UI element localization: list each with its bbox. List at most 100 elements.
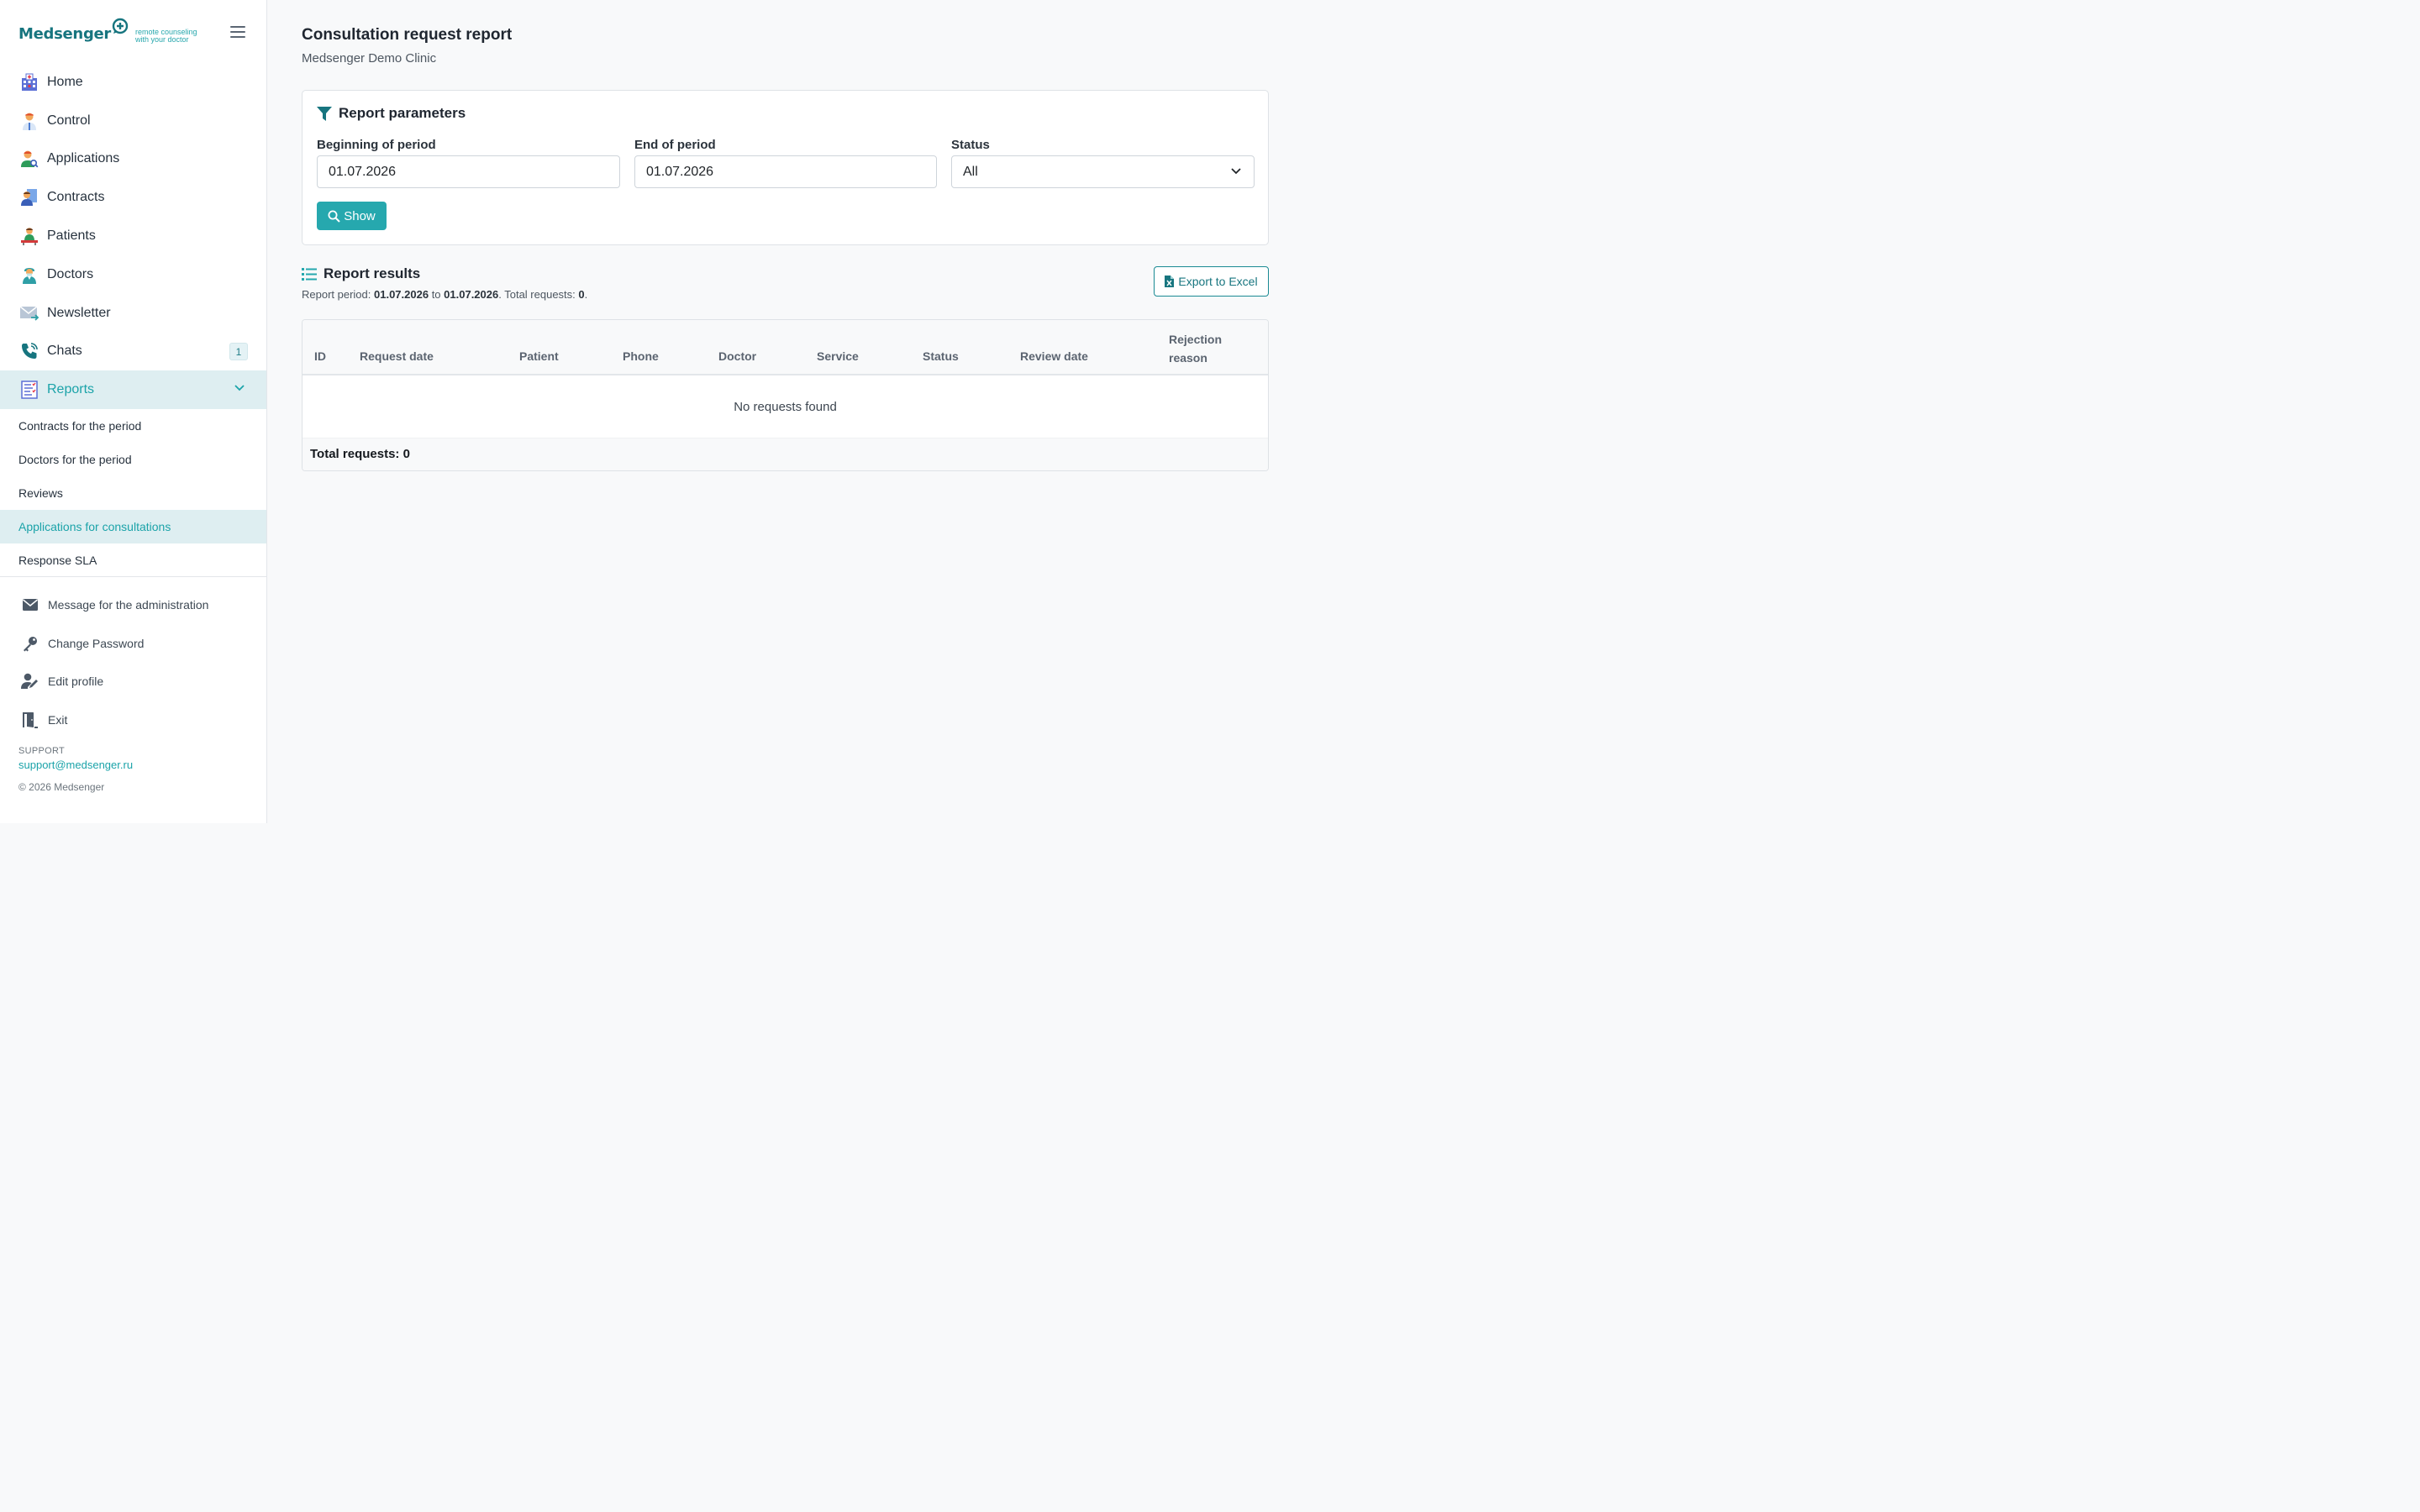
status-select[interactable]: All bbox=[951, 155, 1255, 188]
total-prefix: . Total requests: bbox=[498, 288, 579, 301]
phone-icon bbox=[18, 340, 40, 362]
sidebar-item-reports[interactable]: Reports bbox=[0, 370, 266, 410]
end-period-input[interactable]: 01.07.2026 bbox=[634, 155, 937, 188]
chats-count-badge: 1 bbox=[229, 342, 248, 360]
column-header-review-date[interactable]: Review date bbox=[1020, 349, 1088, 363]
sidebar-subitem-reviews[interactable]: Reviews bbox=[0, 476, 266, 510]
exit-link[interactable]: Exit bbox=[0, 701, 266, 739]
brand-tagline: remote counseling with your doctor bbox=[135, 29, 197, 44]
excel-file-icon bbox=[1165, 276, 1175, 287]
begin-period-input[interactable]: 01.07.2026 bbox=[317, 155, 620, 188]
report-parameters-title: Report parameters bbox=[339, 105, 466, 121]
message-admin-label: Message for the administration bbox=[48, 597, 209, 612]
sidebar-item-label: Doctors bbox=[47, 266, 94, 281]
export-excel-label: Export to Excel bbox=[1178, 275, 1258, 288]
brand-name: Medsenger bbox=[18, 24, 112, 43]
report-parameters-header: Report parameters bbox=[317, 105, 466, 122]
user-search-icon bbox=[18, 148, 40, 170]
brand-logo[interactable]: Medsenger remote counseling with your do… bbox=[18, 17, 197, 50]
sidebar-subitem-doctors-period[interactable]: Doctors for the period bbox=[0, 443, 266, 476]
sidebar-item-label: Chats bbox=[47, 344, 82, 359]
main-nav: Home Control Applications Contracts Pati… bbox=[0, 63, 266, 410]
sidebar-divider bbox=[0, 576, 266, 577]
exit-label: Exit bbox=[48, 713, 68, 727]
total-suffix: . bbox=[584, 288, 588, 301]
sidebar-item-chats[interactable]: Chats 1 bbox=[0, 333, 266, 371]
reports-submenu: Contracts for the period Doctors for the… bbox=[0, 409, 266, 577]
end-period-label: End of period bbox=[634, 138, 716, 152]
rejection-header-line2: reason bbox=[1169, 351, 1207, 365]
sidebar-item-contracts[interactable]: Contracts bbox=[0, 178, 266, 217]
doctor-icon bbox=[18, 264, 40, 286]
total-count: 0 bbox=[578, 288, 585, 301]
envelope-icon bbox=[20, 595, 40, 615]
chevron-down-icon bbox=[234, 385, 245, 391]
export-excel-button[interactable]: Export to Excel bbox=[1154, 266, 1269, 297]
sidebar-item-applications[interactable]: Applications bbox=[0, 140, 266, 179]
show-button-label: Show bbox=[344, 208, 376, 223]
brand-tagline-line2: with your doctor bbox=[135, 35, 189, 44]
sidebar-subitem-contracts-period[interactable]: Contracts for the period bbox=[0, 409, 266, 443]
sidebar-item-control[interactable]: Control bbox=[0, 102, 266, 140]
change-password-label: Change Password bbox=[48, 636, 145, 650]
column-header-patient[interactable]: Patient bbox=[519, 349, 559, 363]
begin-period-label: Beginning of period bbox=[317, 138, 436, 152]
show-button[interactable]: Show bbox=[317, 202, 387, 230]
sidebar-item-label: Reports bbox=[47, 382, 95, 397]
column-header-service[interactable]: Service bbox=[817, 349, 859, 363]
column-header-status[interactable]: Status bbox=[923, 349, 959, 363]
sidebar-item-label: Newsletter bbox=[47, 305, 111, 320]
report-parameters-card: Report parameters Beginning of period 01… bbox=[302, 90, 1269, 245]
message-admin-link[interactable]: Message for the administration bbox=[0, 585, 266, 624]
report-checklist-icon bbox=[18, 379, 40, 401]
column-header-rejection-reason[interactable]: Rejection reason bbox=[1169, 330, 1222, 367]
change-password-link[interactable]: Change Password bbox=[0, 624, 266, 663]
list-icon bbox=[302, 267, 317, 281]
copyright: © 2026 Medsenger bbox=[18, 781, 105, 793]
table-header: ID Request date Patient Phone Doctor Ser… bbox=[302, 320, 1268, 375]
sidebar-item-doctors[interactable]: Doctors bbox=[0, 255, 266, 294]
menu-toggle-icon[interactable] bbox=[230, 24, 245, 40]
sidebar-item-label: Home bbox=[47, 74, 83, 89]
edit-profile-label: Edit profile bbox=[48, 675, 104, 689]
sidebar-subitem-consultation-applications[interactable]: Applications for consultations bbox=[0, 510, 266, 543]
user-edit-icon bbox=[20, 671, 40, 691]
patient-icon bbox=[18, 225, 40, 247]
filter-icon bbox=[317, 106, 332, 121]
envelope-icon bbox=[18, 302, 40, 324]
report-results-title: Report results bbox=[324, 265, 421, 281]
empty-state-message: No requests found bbox=[734, 400, 837, 414]
sidebar-item-label: Control bbox=[47, 113, 91, 128]
sidebar-item-label: Contracts bbox=[47, 190, 105, 205]
report-period-summary: Report period: 01.07.2026 to 01.07.2026.… bbox=[302, 288, 587, 301]
sidebar-subitem-response-sla[interactable]: Response SLA bbox=[0, 543, 266, 577]
hospital-icon bbox=[18, 71, 40, 93]
period-prefix: Report period: bbox=[302, 288, 374, 301]
page-title: Consultation request report bbox=[302, 26, 513, 44]
rejection-header-line1: Rejection bbox=[1169, 333, 1223, 346]
column-header-id[interactable]: ID bbox=[314, 349, 326, 363]
period-to: 01.07.2026 bbox=[444, 288, 499, 301]
sidebar-item-newsletter[interactable]: Newsletter bbox=[0, 294, 266, 333]
chevron-down-icon bbox=[1231, 168, 1241, 175]
contract-user-icon bbox=[18, 186, 40, 208]
period-from: 01.07.2026 bbox=[374, 288, 429, 301]
sidebar-item-label: Patients bbox=[47, 228, 96, 244]
table-total-row: Total requests: 0 bbox=[302, 438, 1268, 470]
account-nav: Message for the administration Change Pa… bbox=[0, 585, 266, 739]
sidebar-item-home[interactable]: Home bbox=[0, 63, 266, 102]
sidebar-item-patients[interactable]: Patients bbox=[0, 217, 266, 255]
status-select-value: All bbox=[963, 165, 978, 179]
page-subtitle: Medsenger Demo Clinic bbox=[302, 51, 437, 66]
key-icon bbox=[20, 633, 40, 654]
exit-door-icon bbox=[20, 710, 40, 730]
column-header-request-date[interactable]: Request date bbox=[360, 349, 434, 363]
support-email-link[interactable]: support@medsenger.ru bbox=[18, 759, 133, 771]
report-results-header: Report results bbox=[302, 265, 420, 282]
edit-profile-link[interactable]: Edit profile bbox=[0, 663, 266, 701]
doctor-monitor-icon bbox=[18, 110, 40, 132]
column-header-doctor[interactable]: Doctor bbox=[718, 349, 756, 363]
sidebar-item-label: Applications bbox=[47, 151, 120, 166]
speech-plus-icon bbox=[112, 18, 129, 34]
column-header-phone[interactable]: Phone bbox=[623, 349, 659, 363]
